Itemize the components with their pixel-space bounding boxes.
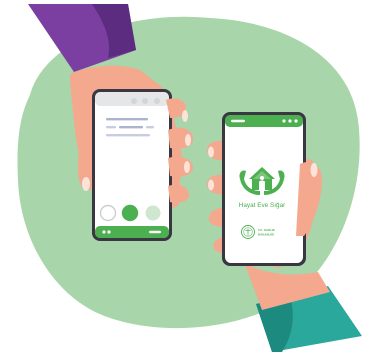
text-line <box>119 126 143 129</box>
right-thumbnail <box>310 163 318 177</box>
illustration: Hayat Eve Sığar T.C. SAĞLIK BAKANLIĞI <box>0 0 370 353</box>
left-phone <box>92 89 172 241</box>
text-line <box>106 134 150 137</box>
status-dot <box>142 98 148 104</box>
text-line <box>146 126 154 129</box>
left-thumbnail <box>82 177 90 191</box>
ministry-line-2: BAKANLIĞI <box>258 232 274 237</box>
ministry-line-1: T.C. SAĞLIK <box>258 227 276 232</box>
illustration-svg: Hayat Eve Sığar T.C. SAĞLIK BAKANLIĞI <box>17 4 362 352</box>
right-phone: Hayat Eve Sığar T.C. SAĞLIK BAKANLIĞI <box>222 112 306 266</box>
left-outline-button[interactable] <box>99 204 117 222</box>
ministry-logo-icon <box>241 225 255 239</box>
text-line <box>106 118 148 121</box>
status-dot <box>131 98 137 104</box>
left-light-button[interactable] <box>145 205 161 221</box>
text-line <box>106 126 116 129</box>
app-name: Hayat Eve Sığar <box>239 202 286 209</box>
left-green-button[interactable] <box>121 204 139 222</box>
status-dot <box>154 98 160 104</box>
